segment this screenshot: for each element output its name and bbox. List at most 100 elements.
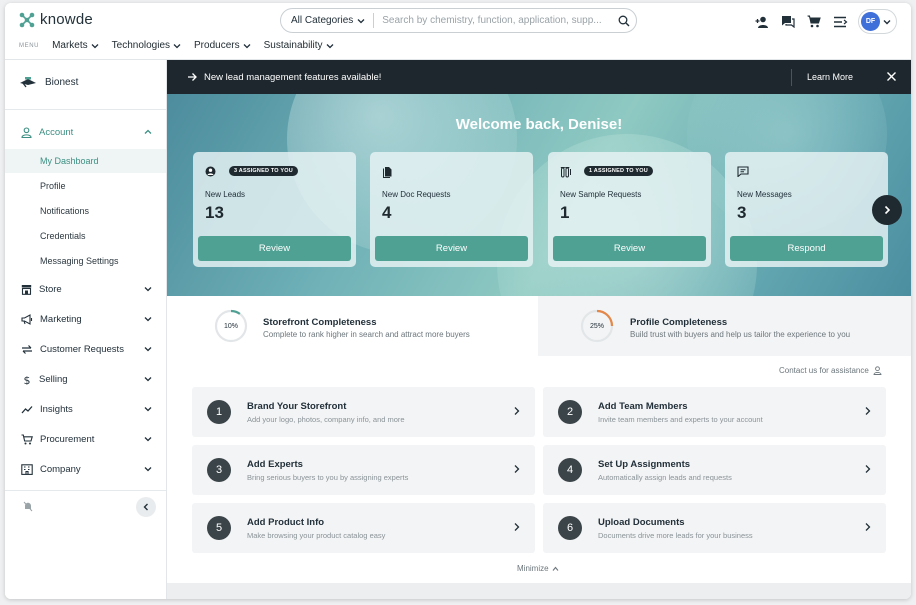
sidebar-item-label: Procurement (40, 434, 95, 445)
sidebar-divider (5, 109, 166, 110)
menu-list-icon[interactable] (832, 14, 848, 30)
search-input[interactable] (374, 15, 612, 26)
sidebar-subitem-messaging-settings[interactable]: Messaging Settings (5, 249, 166, 273)
sidebar-item-company[interactable]: Company (5, 457, 166, 482)
step-add-team-members[interactable]: 2 Add Team Members Invite team members a… (543, 387, 886, 437)
chevron-down-icon (357, 18, 365, 23)
menu-item-label: Markets (52, 40, 88, 51)
notifications-off-icon[interactable] (23, 501, 33, 515)
step-add-product-info[interactable]: 5 Add Product Info Make browsing your pr… (192, 503, 535, 553)
step-number: 2 (558, 400, 582, 424)
chevron-down-icon (173, 43, 181, 48)
completeness-subtitle: Complete to rank higher in search and at… (263, 330, 470, 339)
step-subtitle: Invite team members and experts to your … (598, 415, 763, 424)
swap-arrows-icon (22, 345, 32, 354)
carousel-next-button[interactable] (872, 195, 902, 225)
sidebar-item-customer-requests[interactable]: Customer Requests (5, 337, 166, 362)
review-sample-requests-button[interactable]: Review (553, 236, 706, 261)
avatar: DF (861, 12, 880, 31)
menu-item-sustainability[interactable]: Sustainability (264, 40, 334, 51)
completeness-title: Profile Completeness (630, 317, 728, 328)
step-subtitle: Make browsing your product catalog easy (247, 531, 386, 540)
menu-item-producers[interactable]: Producers (194, 40, 251, 51)
chevron-left-icon (143, 503, 148, 511)
dollar-icon: $ (24, 374, 31, 385)
user-circle-icon (205, 166, 216, 177)
sidebar-item-label: Marketing (40, 314, 82, 325)
menu-item-label: Technologies (111, 40, 171, 51)
sidebar-subitem-notifications[interactable]: Notifications (5, 199, 166, 223)
learn-more-link[interactable]: Learn More (807, 72, 853, 82)
chevron-down-icon (326, 43, 333, 48)
respond-messages-button[interactable]: Respond (730, 236, 883, 261)
collapse-sidebar-button[interactable] (136, 497, 156, 517)
user-menu[interactable]: DF (858, 9, 897, 34)
announcement-bar: New lead management features available! … (167, 60, 911, 94)
user-icon (21, 127, 32, 138)
menu-item-technologies[interactable]: Technologies (112, 40, 181, 51)
chevron-down-icon (243, 43, 251, 48)
sidebar-item-label: Customer Requests (40, 344, 124, 355)
sidebar-item-insights[interactable]: Insights (5, 397, 166, 422)
sidebar-item-marketing[interactable]: Marketing (5, 307, 166, 332)
review-leads-button[interactable]: Review (198, 236, 351, 261)
chevron-down-icon (91, 43, 99, 48)
card-count: 3 (737, 203, 747, 222)
card-count: 1 (560, 203, 570, 222)
step-number: 1 (207, 400, 231, 424)
megaphone-icon (21, 314, 33, 325)
close-icon[interactable] (886, 71, 897, 82)
step-title: Add Team Members (598, 401, 688, 412)
minimize-button[interactable]: Minimize (517, 564, 559, 573)
org-switcher[interactable]: Bionest (19, 76, 78, 88)
sidebar-subitem-profile[interactable]: Profile (5, 174, 166, 198)
completeness-subtitle: Build trust with buyers and help us tail… (630, 330, 851, 339)
step-add-experts[interactable]: 3 Add Experts Bring serious buyers to yo… (192, 445, 535, 495)
search-icon[interactable] (612, 15, 636, 27)
stat-card-new-leads: 3 ASSIGNED TO YOU New Leads 13 Review (193, 152, 356, 267)
step-brand-storefront[interactable]: 1 Brand Your Storefront Add your logo, p… (192, 387, 535, 437)
progress-percent: 10% (223, 322, 238, 330)
sidebar-subitem-my-dashboard[interactable]: My Dashboard (5, 149, 166, 173)
storefront-completeness[interactable]: 10% Storefront Completeness Complete to … (167, 296, 538, 356)
category-select[interactable]: All Categories (281, 13, 375, 28)
step-upload-documents[interactable]: 6 Upload Documents Documents drive more … (543, 503, 886, 553)
knowde-logo[interactable]: knowde (19, 11, 93, 28)
review-doc-requests-button[interactable]: Review (375, 236, 528, 261)
chat-icon[interactable] (780, 14, 796, 30)
chevron-down-icon (144, 347, 152, 352)
chevron-down-icon (144, 437, 152, 442)
document-icon (383, 167, 392, 178)
sidebar-item-account[interactable]: Account (5, 120, 166, 145)
chevron-down-icon (144, 317, 152, 322)
arrow-right-icon (188, 73, 197, 81)
sidebar-item-selling[interactable]: $ Selling (5, 367, 166, 392)
brand-name: knowde (40, 11, 93, 28)
chevron-down-icon (883, 19, 891, 24)
menu-item-label: Sustainability (263, 40, 323, 51)
step-title: Add Product Info (247, 517, 325, 528)
step-title: Add Experts (247, 459, 303, 470)
svg-text:$: $ (24, 374, 31, 385)
card-title: New Doc Requests (382, 190, 451, 199)
profile-completeness[interactable]: 25% Profile Completeness Build trust wit… (538, 296, 911, 356)
contact-assistance-link[interactable]: Contact us for assistance (779, 366, 882, 375)
step-subtitle: Add your logo, photos, company info, and… (247, 415, 405, 424)
sidebar-subitem-credentials[interactable]: Credentials (5, 224, 166, 248)
add-user-icon[interactable] (754, 14, 770, 30)
chevron-right-icon (865, 523, 871, 531)
org-logo-icon (20, 77, 36, 88)
sidebar-item-store[interactable]: Store (5, 277, 166, 302)
cart-icon[interactable] (806, 14, 822, 30)
header-actions: DF (754, 9, 897, 34)
step-set-up-assignments[interactable]: 4 Set Up Assignments Automatically assig… (543, 445, 886, 495)
sidebar-item-procurement[interactable]: Procurement (5, 427, 166, 452)
divider (791, 69, 792, 86)
chevron-right-icon (514, 523, 520, 531)
welcome-heading: Welcome back, Denise! (455, 116, 623, 133)
menu-item-markets[interactable]: Markets (52, 40, 99, 51)
test-tube-icon (560, 167, 571, 178)
card-title: New Sample Requests (560, 190, 642, 199)
stat-card-doc-requests: New Doc Requests 4 Review (370, 152, 533, 267)
search-bar: All Categories (280, 8, 637, 33)
